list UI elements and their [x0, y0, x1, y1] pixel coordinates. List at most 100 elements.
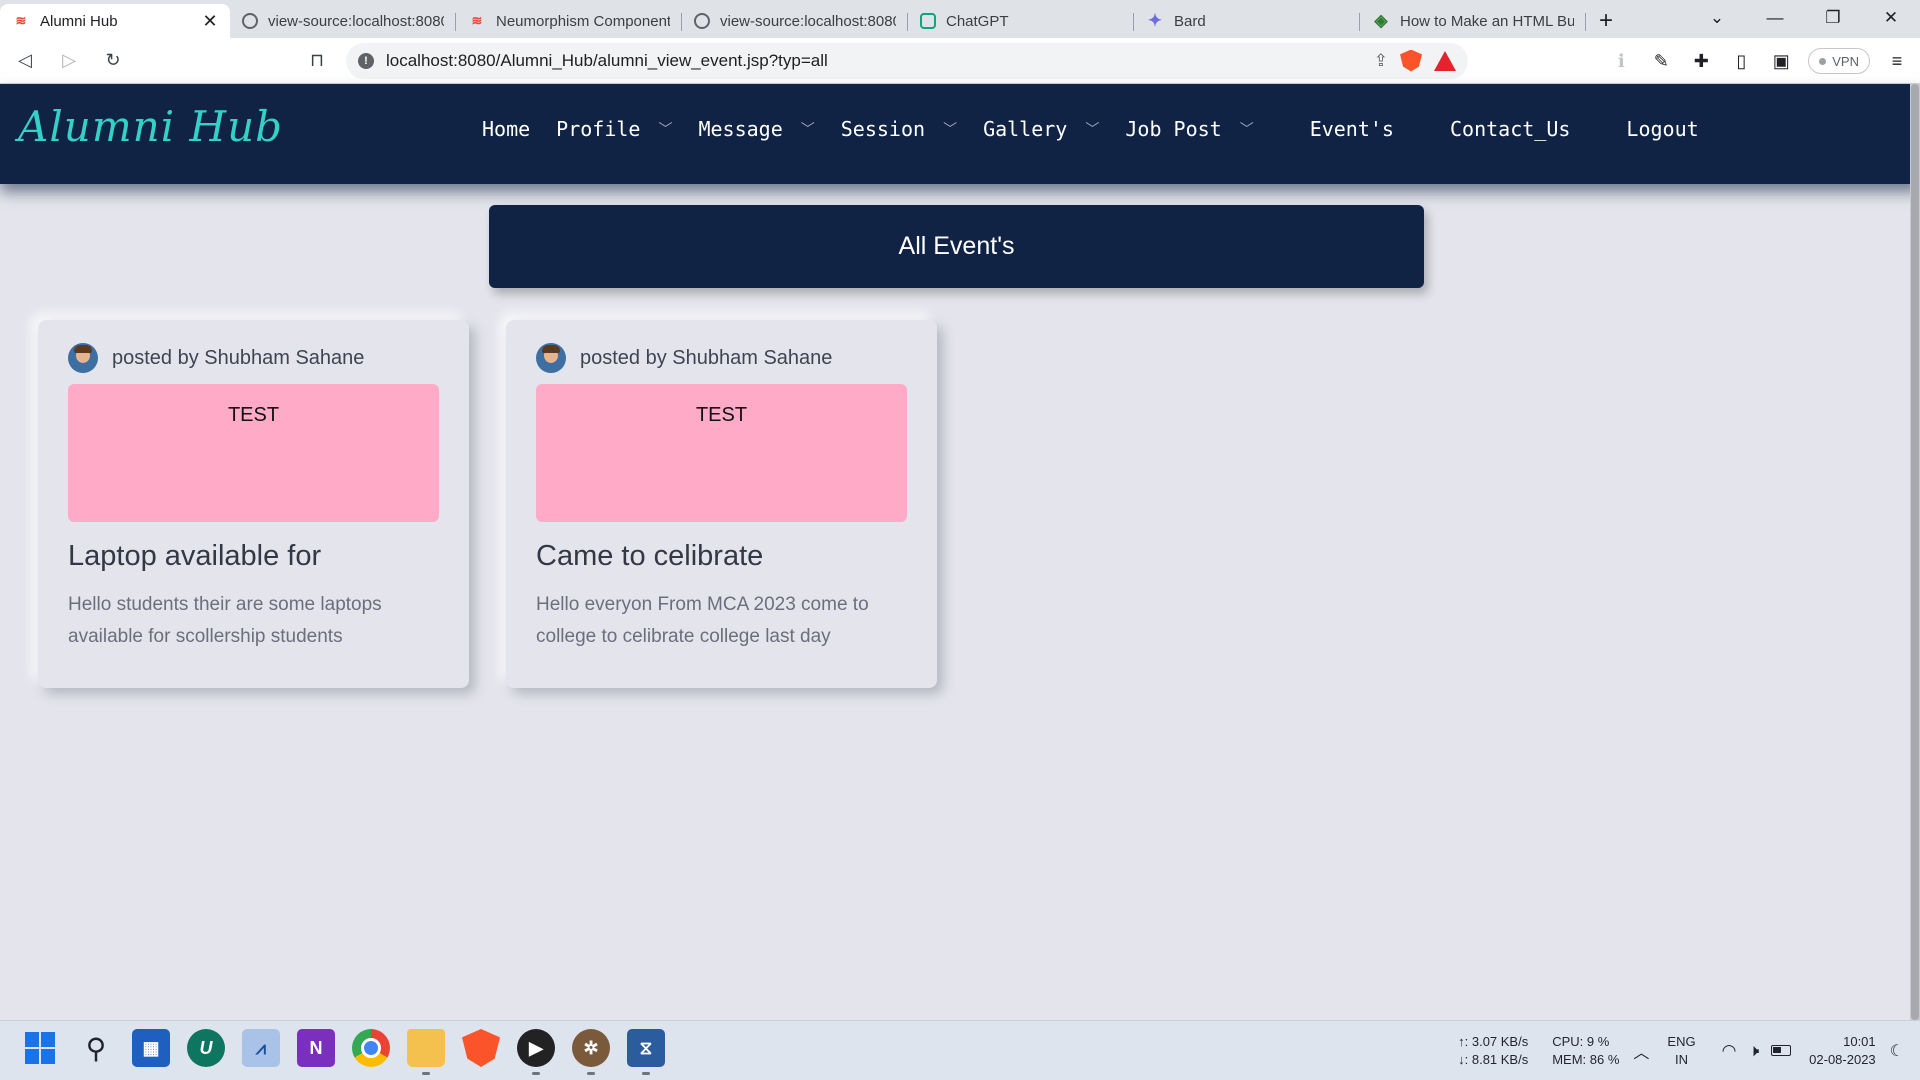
tab-separator	[1585, 13, 1586, 31]
tab-neumorphism[interactable]: ≋ Neumorphism Components	[456, 4, 682, 38]
nav-label: Message	[698, 117, 783, 141]
tab-title: Alumni Hub	[40, 12, 118, 30]
close-window-icon[interactable]: ✕	[1862, 0, 1920, 36]
net-upload: ↑: 3.07 KB/s	[1458, 1034, 1529, 1049]
lang-code: ENG	[1667, 1034, 1696, 1049]
windows-start-icon[interactable]	[22, 1029, 60, 1067]
alumni-hub-favicon: ≋	[15, 13, 27, 28]
site-header: Alumni Hub Home Profile ﹀ Message ﹀ Sess…	[0, 84, 1920, 184]
nav-label: Event's	[1309, 117, 1394, 141]
onenote-icon[interactable]: N	[297, 1029, 335, 1067]
vpn-label: VPN	[1832, 53, 1859, 69]
tab-title: view-source:localhost:8080/	[720, 12, 896, 30]
tab-bard[interactable]: ✦ Bard	[1134, 4, 1360, 38]
event-description: Hello everyon From MCA 2023 come to coll…	[536, 594, 869, 647]
mem-usage: MEM: 86 %	[1552, 1052, 1620, 1067]
chrome-icon[interactable]	[352, 1029, 390, 1067]
upwork-u-icon[interactable]: U	[187, 1029, 225, 1067]
reader-mode-icon[interactable]: ℹ	[1608, 48, 1634, 74]
share-icon[interactable]: ⇪	[1374, 51, 1388, 71]
menu-icon[interactable]: ≡	[1884, 48, 1910, 74]
back-icon[interactable]: ◁	[6, 42, 44, 80]
event-title: Laptop available for	[68, 540, 322, 572]
clock-date: 02-08-2023	[1809, 1052, 1876, 1067]
new-tab-button[interactable]: +	[1586, 4, 1626, 38]
media-player-icon[interactable]: ▶	[517, 1029, 555, 1075]
nav-label: Contact_Us	[1449, 117, 1571, 141]
close-tab-icon[interactable]: ✕	[202, 11, 218, 32]
tab-html-button[interactable]: ◈ How to Make an HTML Button	[1360, 4, 1586, 38]
sidebar-icon[interactable]: ▯	[1728, 48, 1754, 74]
nav-label: Logout	[1626, 117, 1699, 141]
url-text[interactable]: localhost:8080/Alumni_Hub/alumni_view_ev…	[386, 51, 1362, 71]
alumni-hub-favicon: ≋	[471, 13, 483, 28]
tray-icons[interactable]: ◠ 🕨	[1722, 1041, 1792, 1061]
tab-chatgpt[interactable]: ChatGPT	[908, 4, 1134, 38]
globe-icon	[242, 13, 258, 29]
event-author: posted by Shubham Sahane	[112, 346, 365, 369]
nav-contact-us[interactable]: Contact_Us	[1450, 117, 1570, 141]
tab-title: How to Make an HTML Button	[1400, 12, 1574, 30]
brave-rewards-icon[interactable]	[1434, 50, 1456, 71]
restore-icon[interactable]: ❐	[1804, 0, 1862, 36]
notification-moon-icon[interactable]: ☾	[1890, 1041, 1904, 1061]
bookmark-icon[interactable]: ⊓	[298, 42, 336, 80]
vpn-button[interactable]: VPN	[1808, 48, 1870, 74]
wifi-icon: ◠	[1721, 1041, 1737, 1060]
window-controls: ⌄ — ❐ ✕	[1688, 0, 1920, 36]
avatar	[68, 343, 98, 373]
microsoft-store-icon[interactable]: ▦	[132, 1029, 170, 1067]
scrollbar-thumb[interactable]	[1911, 84, 1919, 1020]
brave-shields-icon[interactable]	[1400, 49, 1422, 72]
vpn-status-dot	[1819, 57, 1827, 65]
gear-app-icon[interactable]: ✲	[572, 1029, 610, 1075]
tab-view-source-1[interactable]: view-source:localhost:8080/	[230, 4, 456, 38]
chatgpt-icon	[920, 13, 936, 29]
event-card[interactable]: posted by Shubham Sahane TEST Came to ce…	[506, 320, 937, 688]
nav-logout[interactable]: Logout	[1626, 117, 1698, 141]
chevron-down-icon: ﹀	[658, 122, 673, 138]
nav-gallery[interactable]: Gallery ﹀	[983, 117, 1099, 141]
file-explorer-icon[interactable]	[407, 1029, 445, 1075]
globe-icon	[694, 13, 710, 29]
chevron-down-icon: ﹀	[943, 122, 958, 138]
address-bar[interactable]: ! localhost:8080/Alumni_Hub/alumni_view_…	[346, 42, 1468, 79]
language-indicator[interactable]: ENG IN	[1667, 1033, 1695, 1069]
wallet-icon[interactable]: ▣	[1768, 48, 1794, 74]
site-info-icon[interactable]: !	[358, 52, 374, 69]
nav-message[interactable]: Message ﹀	[698, 117, 814, 141]
chevron-down-icon: ﹀	[1085, 122, 1100, 138]
nav-label: Session	[840, 117, 926, 141]
nav-events[interactable]: Event's	[1310, 117, 1394, 141]
tab-alumni-hub[interactable]: ≋ Alumni Hub ✕	[0, 4, 230, 38]
minimize-icon[interactable]: —	[1746, 0, 1804, 36]
reload-icon[interactable]: ↻	[94, 42, 132, 80]
search-icon[interactable]: ⚲	[77, 1029, 115, 1067]
extensions-puzzle-icon[interactable]: ✚	[1688, 48, 1714, 74]
brave-browser-icon[interactable]	[462, 1029, 500, 1067]
nav-profile[interactable]: Profile ﹀	[556, 117, 672, 141]
nav-home[interactable]: Home	[482, 117, 530, 141]
tab-view-source-2[interactable]: view-source:localhost:8080/	[682, 4, 908, 38]
tab-search-chevron-icon[interactable]: ⌄	[1688, 0, 1746, 36]
html-favicon: ◈	[1374, 11, 1388, 30]
tab-title: view-source:localhost:8080/	[268, 12, 444, 30]
battery-icon	[1771, 1045, 1792, 1056]
author-row: posted by Shubham Sahane	[536, 342, 907, 374]
clock[interactable]: 10:01 02-08-2023	[1809, 1033, 1876, 1069]
eyedropper-icon[interactable]: ✎	[1648, 48, 1674, 74]
nav-session[interactable]: Session ﹀	[841, 117, 957, 141]
stock-chart-app-icon[interactable]: ⩘	[242, 1029, 280, 1067]
chevron-down-icon: ﹀	[1239, 122, 1254, 138]
chevron-up-icon[interactable]: ︿	[1633, 1039, 1649, 1063]
nav-job-post[interactable]: Job Post ﹀	[1125, 117, 1253, 141]
event-author: posted by Shubham Sahane	[580, 346, 833, 369]
toolbar-actions: ℹ ✎ ✚ ▯ ▣ VPN ≡	[1608, 38, 1910, 84]
event-description: Hello students their are some laptops av…	[68, 594, 382, 647]
site-logo[interactable]: Alumni Hub	[18, 102, 283, 151]
tab-title: Bard	[1174, 12, 1206, 30]
event-card[interactable]: posted by Shubham Sahane TEST Laptop ava…	[38, 320, 469, 688]
visual-studio-icon[interactable]: ⧖	[627, 1029, 665, 1075]
lang-region: IN	[1675, 1052, 1688, 1067]
forward-icon[interactable]: ▷	[50, 42, 88, 80]
